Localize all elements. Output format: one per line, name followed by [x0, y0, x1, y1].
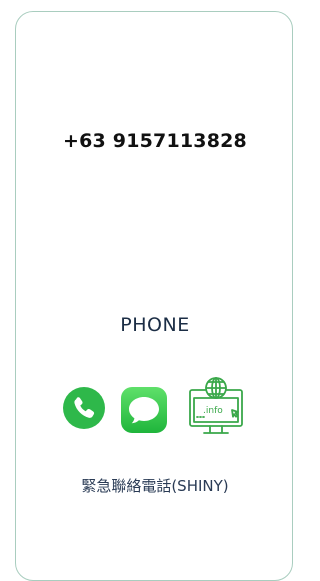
website-info-label: .info: [203, 406, 223, 416]
contact-caption: 緊急聯絡電話(SHINY): [81, 477, 229, 495]
section-title: PHONE: [120, 314, 190, 336]
phone-call-icon[interactable]: [62, 386, 106, 430]
message-bubble-icon[interactable]: [120, 386, 168, 434]
phone-number[interactable]: +63 9157113828: [0, 130, 310, 152]
website-info-icon[interactable]: .info: [184, 376, 248, 440]
